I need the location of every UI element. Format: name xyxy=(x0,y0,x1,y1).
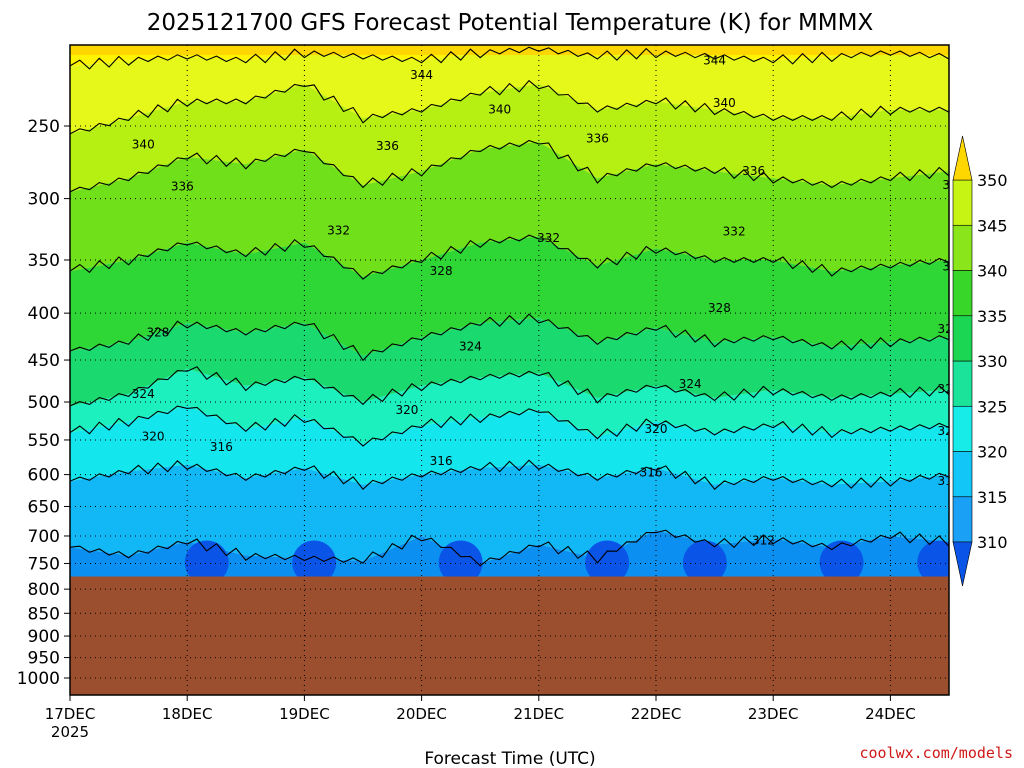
contour-label: 320 xyxy=(142,429,165,443)
y-axis: 250 300 350 400 450 500 550 600 650 700 750 800 850 9… xyxy=(17,117,70,689)
x-tick-label: 17DEC xyxy=(45,705,96,723)
y-tick-label: 400 xyxy=(28,304,60,324)
x-tick-label: 19DEC xyxy=(279,705,330,723)
y-tick-label: 950 xyxy=(28,649,60,669)
colorbar-label: 345 xyxy=(977,216,1008,235)
ground-fill xyxy=(70,576,949,695)
contour-label: 340 xyxy=(947,103,970,117)
colorbar-segment xyxy=(952,224,973,271)
colorbar-segment xyxy=(952,405,973,452)
contour-label: 320 xyxy=(395,403,418,417)
colorbar-bottom-arrow xyxy=(952,541,973,587)
contour-label: 344 xyxy=(947,53,970,67)
contour-label: 336 xyxy=(586,132,609,146)
potential-temperature-chart: 2025121700 GFS Forecast Potential Temper… xyxy=(17,10,1013,768)
x-tick-sublabel: 2025 xyxy=(51,723,89,741)
warm-top-band xyxy=(70,45,949,55)
contour-label: 340 xyxy=(713,96,736,110)
colorbar-label: 340 xyxy=(977,262,1008,281)
y-tick-label: 500 xyxy=(28,393,60,413)
x-tick-label: 21DEC xyxy=(514,705,565,723)
x-tick-label: 18DEC xyxy=(162,705,213,723)
colorbar-label: 335 xyxy=(977,307,1008,326)
colorbar-segment xyxy=(952,360,973,407)
y-tick-label: 900 xyxy=(28,627,60,647)
y-tick-label: 350 xyxy=(28,251,60,271)
contour-label: 324 xyxy=(132,387,155,401)
colorbar-label: 315 xyxy=(977,488,1008,507)
x-axis-label: Forecast Time (UTC) xyxy=(424,749,595,768)
y-tick-label: 800 xyxy=(28,580,60,600)
colorbar-label: 350 xyxy=(977,171,1008,190)
contour-label: 336 xyxy=(742,164,765,178)
colorbar: 310 315 320 325 330 335 340 345 350 xyxy=(952,135,1008,587)
contour-label: 316 xyxy=(430,454,453,468)
contour-label: 332 xyxy=(327,223,350,237)
contour-label: 344 xyxy=(410,68,433,82)
colorbar-label: 325 xyxy=(977,397,1008,416)
y-tick-label: 450 xyxy=(28,351,60,371)
contour-label: 328 xyxy=(708,301,731,315)
x-tick-label: 24DEC xyxy=(865,705,916,723)
y-tick-label: 1000 xyxy=(17,669,60,689)
y-tick-label: 550 xyxy=(28,431,60,451)
colorbar-segment xyxy=(952,270,973,317)
contour-label: 316 xyxy=(210,440,233,454)
colorbar-label: 310 xyxy=(977,533,1008,552)
colorbar-label: 320 xyxy=(977,443,1008,462)
contour-label: 328 xyxy=(430,264,453,278)
x-axis: 17DEC2025 18DEC 19DEC 20DEC 21DEC 22DEC 23DEC 2… xyxy=(45,695,916,741)
contour-label: 328 xyxy=(146,326,169,340)
contour-label: 312 xyxy=(752,534,775,548)
colorbar-label: 330 xyxy=(977,352,1008,371)
ground-area xyxy=(70,576,949,695)
contour-label: 340 xyxy=(488,103,511,117)
y-tick-label: 300 xyxy=(28,190,60,210)
contour-label: 332 xyxy=(537,231,560,245)
contour-label: 324 xyxy=(679,377,702,391)
contour-label: 340 xyxy=(132,138,155,152)
y-tick-label: 850 xyxy=(28,604,60,624)
contour-label: 336 xyxy=(171,179,194,193)
colorbar-segment xyxy=(952,451,973,498)
y-tick-label: 750 xyxy=(28,554,60,574)
chart-title: 2025121700 GFS Forecast Potential Temper… xyxy=(147,10,874,36)
y-tick-label: 700 xyxy=(28,527,60,547)
x-tick-label: 23DEC xyxy=(748,705,799,723)
y-tick-label: 600 xyxy=(28,466,60,486)
colorbar-segment xyxy=(952,179,973,226)
contour-label: 332 xyxy=(723,225,746,239)
colorbar-segment xyxy=(952,496,973,543)
colorbar-top-arrow xyxy=(952,135,973,181)
contour-label: 320 xyxy=(645,422,668,436)
contour-label: 324 xyxy=(459,340,482,354)
x-tick-label: 22DEC xyxy=(631,705,682,723)
contour-label: 316 xyxy=(640,466,663,480)
y-tick-label: 250 xyxy=(28,117,60,137)
y-tick-label: 650 xyxy=(28,497,60,517)
plot-area: 3443443443403403403403363363363363363323… xyxy=(70,45,970,695)
x-tick-label: 20DEC xyxy=(396,705,447,723)
credit-text: coolwx.com/models xyxy=(859,744,1013,762)
colorbar-segment xyxy=(952,315,973,362)
contour-label: 336 xyxy=(376,139,399,153)
contour-label: 344 xyxy=(703,53,726,67)
